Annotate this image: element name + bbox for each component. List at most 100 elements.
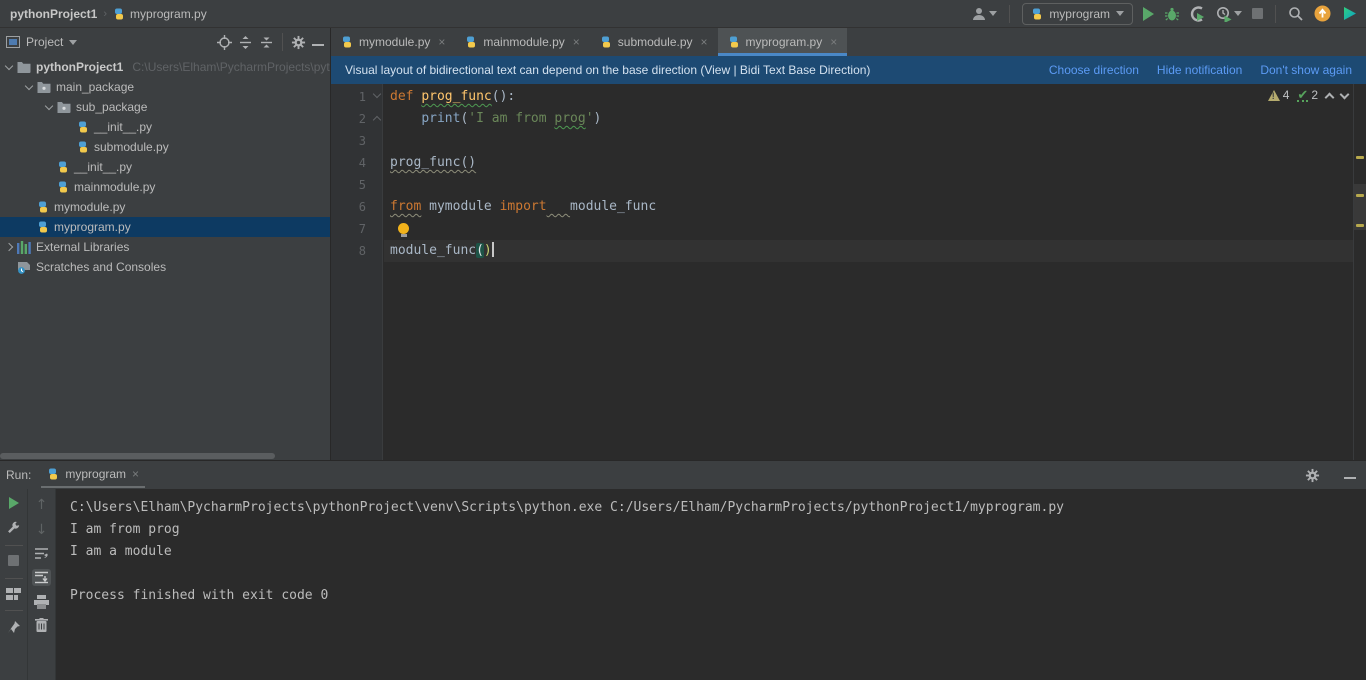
tree-item-scratches-and-consoles[interactable]: Scratches and Consoles <box>0 257 330 277</box>
close-icon[interactable]: × <box>438 35 445 49</box>
tree-item-pythonproject1[interactable]: pythonProject1C:\Users\Elham\PycharmProj… <box>0 57 330 77</box>
up-stack-trace-button[interactable]: ↑ <box>36 497 48 513</box>
print-button[interactable] <box>34 595 49 609</box>
fold-marker-icon[interactable] <box>373 90 381 98</box>
code-line-7[interactable] <box>384 218 1353 240</box>
line-number[interactable]: 1 <box>331 86 382 108</box>
scrollbar-thumb[interactable] <box>0 453 275 459</box>
close-icon[interactable]: × <box>132 467 139 481</box>
down-stack-trace-button[interactable]: ↓ <box>36 522 48 538</box>
next-problem-button[interactable] <box>1340 89 1350 99</box>
user-account-button[interactable] <box>971 6 997 22</box>
tree-item-external-libraries[interactable]: External Libraries <box>0 237 330 257</box>
run-console-output[interactable]: C:\Users\Elham\PycharmProjects\pythonPro… <box>56 489 1366 680</box>
hide-panel-button[interactable] <box>312 35 324 49</box>
tree-chevron-icon[interactable] <box>45 101 53 109</box>
stop-button[interactable] <box>1252 8 1263 19</box>
code-line-8[interactable]: module_func() <box>384 240 1353 262</box>
collapse-all-button[interactable] <box>259 35 274 50</box>
clear-console-button[interactable] <box>35 618 48 632</box>
editor-gutter[interactable]: 12345678 <box>331 84 383 460</box>
warning-stripe-mark[interactable] <box>1356 156 1364 159</box>
editor-tab-submodule-py[interactable]: submodule.py× <box>590 28 718 56</box>
editor-code-area[interactable]: def prog_func(): print('I am from prog')… <box>384 84 1353 262</box>
tree-item-myprogram-py[interactable]: myprogram.py <box>0 217 330 237</box>
code-line-2[interactable]: print('I am from prog') <box>384 108 1353 130</box>
hide-run-panel-button[interactable] <box>1344 468 1356 482</box>
line-number[interactable]: 2 <box>331 108 382 130</box>
warnings-indicator[interactable]: 4 <box>1268 88 1290 102</box>
code-editor[interactable]: 12345678 def prog_func(): print('I am fr… <box>331 84 1366 460</box>
expand-all-button[interactable] <box>238 35 253 50</box>
run-with-coverage-button[interactable] <box>1190 6 1206 22</box>
code-token: prog <box>554 111 585 126</box>
code-line-6[interactable]: from mymodule import module_func <box>384 196 1353 218</box>
tree-chevron-icon[interactable] <box>25 81 33 89</box>
tree-item-mymodule-py[interactable]: mymodule.py <box>0 197 330 217</box>
previous-problem-button[interactable] <box>1325 92 1335 102</box>
console-line: C:\Users\Elham\PycharmProjects\pythonPro… <box>70 497 1366 519</box>
typos-indicator[interactable]: ✔ 2 <box>1297 88 1318 102</box>
run-tab[interactable]: myprogram × <box>41 463 145 488</box>
pin-tab-button[interactable] <box>7 620 21 634</box>
code-token: def <box>390 89 421 104</box>
code-line-1[interactable]: def prog_func(): <box>384 86 1353 108</box>
line-number[interactable]: 5 <box>331 174 382 196</box>
search-everywhere-button[interactable] <box>1288 6 1304 22</box>
debug-button[interactable] <box>1164 6 1180 22</box>
profiler-button[interactable] <box>1216 6 1242 22</box>
scroll-to-end-button[interactable] <box>32 569 51 586</box>
tree-item-label: mymodule.py <box>54 200 125 214</box>
close-icon[interactable]: × <box>701 35 708 49</box>
tree-item-mainmodule-py[interactable]: mainmodule.py <box>0 177 330 197</box>
project-panel-title[interactable]: Project <box>26 35 63 49</box>
learn-plugin-button[interactable] <box>1341 5 1358 22</box>
rerun-button[interactable] <box>9 497 19 512</box>
tree-item-main-package[interactable]: main_package <box>0 77 330 97</box>
intention-bulb-icon[interactable] <box>398 223 409 234</box>
run-configuration-select[interactable]: myprogram <box>1022 3 1133 25</box>
tree-item--init-py[interactable]: __init__.py <box>0 117 330 137</box>
project-horizontal-scrollbar[interactable] <box>0 452 330 460</box>
tree-chevron-icon[interactable] <box>5 61 13 69</box>
soft-wrap-button[interactable] <box>34 547 49 560</box>
restore-layout-button[interactable] <box>6 588 21 601</box>
line-number[interactable]: 8 <box>331 240 382 262</box>
run-settings-button[interactable] <box>1305 468 1320 483</box>
line-number[interactable]: 3 <box>331 130 382 152</box>
editor-tab-myprogram-py[interactable]: myprogram.py× <box>718 28 848 56</box>
tree-item--init-py[interactable]: __init__.py <box>0 157 330 177</box>
line-number[interactable]: 6 <box>331 196 382 218</box>
breadcrumb-file[interactable]: myprogram.py <box>130 7 207 21</box>
fold-marker-icon[interactable] <box>373 116 381 124</box>
code-line-3[interactable] <box>384 130 1353 152</box>
error-stripe[interactable] <box>1353 84 1366 460</box>
code-line-5[interactable] <box>384 174 1353 196</box>
tree-chevron-icon[interactable] <box>5 243 13 251</box>
close-icon[interactable]: × <box>830 35 837 49</box>
edit-configuration-button[interactable] <box>6 521 21 536</box>
tree-item-sub-package[interactable]: sub_package <box>0 97 330 117</box>
line-number[interactable]: 7 <box>331 218 382 240</box>
line-number[interactable]: 4 <box>331 152 382 174</box>
select-opened-file-button[interactable] <box>217 35 232 50</box>
stop-process-button[interactable] <box>8 555 19 569</box>
warning-stripe-mark[interactable] <box>1356 224 1364 227</box>
tree-item-submodule-py[interactable]: submodule.py <box>0 137 330 157</box>
layout-icon <box>6 588 21 601</box>
run-button[interactable] <box>1143 7 1154 21</box>
banner-link-hide-notification[interactable]: Hide notification <box>1157 63 1242 77</box>
chevron-down-icon[interactable] <box>69 40 77 45</box>
code-line-4[interactable]: prog_func() <box>384 152 1353 174</box>
project-settings-button[interactable] <box>291 35 306 50</box>
warning-stripe-mark[interactable] <box>1356 194 1364 197</box>
banner-link-choose-direction[interactable]: Choose direction <box>1049 63 1139 77</box>
breadcrumb-project[interactable]: pythonProject1 <box>10 7 97 21</box>
close-icon[interactable]: × <box>573 35 580 49</box>
update-available-button[interactable] <box>1314 5 1331 22</box>
python-file-icon <box>57 181 69 193</box>
editor-tab-mainmodule-py[interactable]: mainmodule.py× <box>455 28 589 56</box>
editor-tab-mymodule-py[interactable]: mymodule.py× <box>331 28 455 56</box>
banner-link-don-t-show-again[interactable]: Don't show again <box>1260 63 1352 77</box>
console-line: Process finished with exit code 0 <box>70 585 1366 607</box>
